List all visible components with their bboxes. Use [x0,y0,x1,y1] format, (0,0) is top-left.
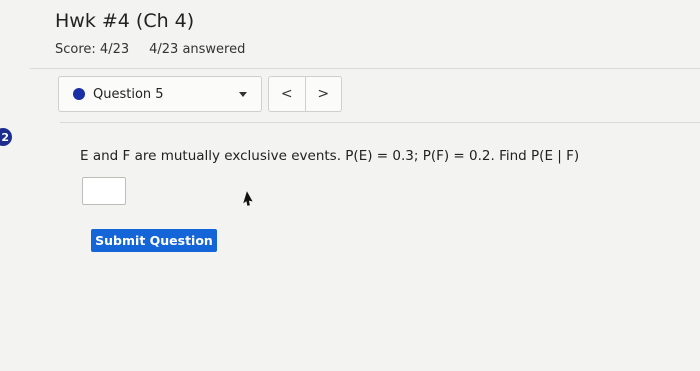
score-text: Score: 4/23 [55,42,130,57]
answered-count: 4/23 answered [149,42,246,57]
score-row: Score: 4/23 4/23 answered [55,42,245,57]
page-title: Hwk #4 (Ch 4) [55,10,195,32]
chevron-down-icon [239,91,247,97]
question-divider [60,122,700,123]
mouse-pointer-icon [243,191,253,206]
question-selector-dropdown[interactable]: Question 5 [58,76,262,112]
chevron-left-icon: < [280,86,293,102]
side-marker-label: 2 [1,130,9,144]
side-question-marker[interactable]: 2 [0,128,12,146]
question-status-dot [73,88,85,100]
chevron-right-icon: > [317,86,330,102]
question-text: E and F are mutually exclusive events. P… [80,148,580,164]
next-question-button[interactable]: > [306,77,342,111]
question-nav-group: < > [268,76,342,112]
question-selector-label: Question 5 [93,86,164,102]
header-divider [30,68,700,69]
previous-question-button[interactable]: < [269,77,306,111]
answer-input[interactable] [82,177,126,205]
submit-question-button[interactable]: Submit Question [91,229,217,252]
